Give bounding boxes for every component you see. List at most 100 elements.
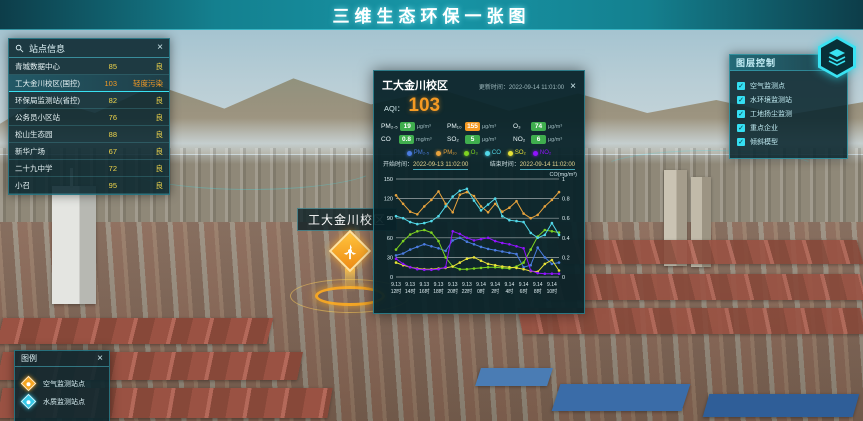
chart-legend-item[interactable]: PM₂.₅ [407,150,429,156]
station-aqi: 72 [95,164,117,173]
chart-legend-item[interactable]: O₃ [464,150,478,156]
pollutant-reading: NO₂6μg/m³ [513,135,577,144]
pollutant-label: SO₂ [447,136,463,143]
station-aqi: 67 [95,147,117,156]
checkbox-checked-icon[interactable]: ✓ [737,110,745,118]
diamond-dot [27,400,31,404]
legend-label: CO [492,150,501,156]
building [52,186,96,304]
legend-item: 水质监测站点 [23,396,101,407]
svg-text:9.14: 9.14 [490,282,500,288]
pollutant-reading: PM₁₀155μg/m³ [447,122,511,131]
layer-label: 工地扬尘监测 [750,109,792,119]
layer-item[interactable]: ✓重点企业 [737,123,840,133]
aqi-row: AQI： 103 [374,94,584,119]
station-level: 良 [117,180,163,191]
legend-dot [533,151,538,156]
station-panel-title: 站点信息 [29,42,65,55]
station-row[interactable]: 公务员小区站76良 [9,109,169,126]
station-name: 青城数据中心 [15,61,95,72]
svg-text:0: 0 [390,275,393,281]
pollutant-label: PM₁₀ [447,123,463,130]
legend-dot [407,151,412,156]
station-row[interactable]: 松山生态园88良 [9,126,169,143]
close-icon[interactable]: × [570,82,576,92]
layer-item[interactable]: ✓ 工地扬尘监测 [737,109,840,119]
pollutant-value-badge: 5 [465,135,480,144]
building-row [537,274,863,300]
station-row[interactable]: 小召95良 [9,177,169,194]
station-aqi: 82 [95,96,117,105]
legend-panel-title: 图例 [21,353,37,364]
svg-text:12时: 12时 [391,288,402,295]
station-row[interactable]: 二十九中学72良 [9,160,169,177]
station-name: 环保局监测站(省控) [15,95,95,106]
legend-dot [508,151,513,156]
layer-label: 空气监测点 [750,81,785,91]
chart-legend-item[interactable]: NO₂ [533,150,551,156]
pollutant-value-badge: 6 [531,135,546,144]
factory-icon [338,240,362,264]
end-time: 结束时间：2022-09-14 11:02:00 [490,159,575,168]
station-row[interactable]: 新华广场67良 [9,143,169,160]
station-level: 良 [117,112,163,123]
chart-legend-item[interactable]: PM₁₀ [436,150,457,156]
chart-legend-item[interactable]: SO₂ [508,150,526,156]
legend-item-label: 水质监测站点 [43,397,85,407]
station-row[interactable]: 环保局监测站(省控)82良 [9,92,169,109]
layer-label: 水环境监测站 [750,95,792,105]
layer-item[interactable]: ✓ 空气监测点 [737,81,840,91]
aqi-popup: 工大金川校区 更新时间：2022-09-14 11:01:00 × AQI： 1… [373,70,585,314]
station-diamond-icon [21,394,37,410]
pollutant-reading: PM₂.₅19μg/m³ [381,122,445,131]
station-diamond-icon [21,376,37,392]
station-name: 工大金川校区(国控) [15,78,95,89]
station-name: 新华广场 [15,146,95,157]
close-icon[interactable]: × [97,354,103,364]
layers-icon[interactable] [818,36,856,78]
svg-text:8时: 8时 [534,288,542,295]
station-rows: 青城数据中心85良工大金川校区(国控)103轻度污染环保局监测站(省控)82良公… [9,58,169,194]
layer-item[interactable]: ✓倾斜模型 [737,137,840,147]
legend-label: O₃ [471,150,478,156]
station-level: 良 [117,95,163,106]
station-name: 二十九中学 [15,163,95,174]
page-title: 三维生态环保一张图 [333,2,531,27]
legend-items: 空气监测站点水质监测站点 [15,367,109,421]
pollutant-unit: μg/m³ [417,124,431,130]
pollutant-reading: CO0.8mg/m³ [381,135,445,144]
svg-text:0.8: 0.8 [562,197,570,203]
pollutant-label: PM₂.₅ [381,123,398,130]
checkbox-checked-icon[interactable]: ✓ [737,96,745,104]
checkbox-checked-icon[interactable]: ✓ [737,124,745,132]
legend-dot [485,151,490,156]
app-header: 三维生态环保一张图 [0,0,863,30]
trend-chart-svg: CO(mg/m³)15011200.8900.6600.4300.2009.13… [379,169,579,303]
legend-label: PM₂.₅ [414,150,429,156]
svg-text:90: 90 [387,216,393,222]
industrial-building [475,368,553,386]
station-list-panel: 站点信息 × 青城数据中心85良工大金川校区(国控)103轻度污染环保局监测站(… [8,38,170,195]
svg-text:150: 150 [384,177,393,183]
pollutant-unit: μg/m³ [482,124,496,130]
svg-text:30: 30 [387,255,393,261]
close-icon[interactable]: × [157,43,163,53]
app-window: 工大金川校区 三维生态环保一张图 站点信息 × 青城数据中心85良工大金川校区(… [0,0,863,421]
checkbox-checked-icon[interactable]: ✓ [737,138,745,146]
layer-item[interactable]: ✓ 水环境监测站 [737,95,840,105]
pollutant-label: NO₂ [513,136,529,143]
station-level: 良 [117,129,163,140]
time-range-row: 开始时间：2022-09-13 11:02:00 结束时间：2022-09-14… [374,157,584,169]
legend-label: PM₁₀ [443,150,457,156]
building-row [0,318,273,344]
checkbox-checked-icon[interactable]: ✓ [737,82,745,90]
svg-text:18时: 18时 [433,288,444,295]
station-name: 小召 [15,180,95,191]
station-level: 良 [117,163,163,174]
station-row[interactable]: 青城数据中心85良 [9,58,169,75]
chart-legend: PM₂.₅ PM₁₀ O₃ CO SO₂ NO₂ [374,148,584,157]
chart-legend-item[interactable]: CO [485,150,501,156]
svg-text:14时: 14时 [405,288,416,295]
svg-text:9.14: 9.14 [519,282,529,288]
station-row[interactable]: 工大金川校区(国控)103轻度污染 [9,75,169,92]
